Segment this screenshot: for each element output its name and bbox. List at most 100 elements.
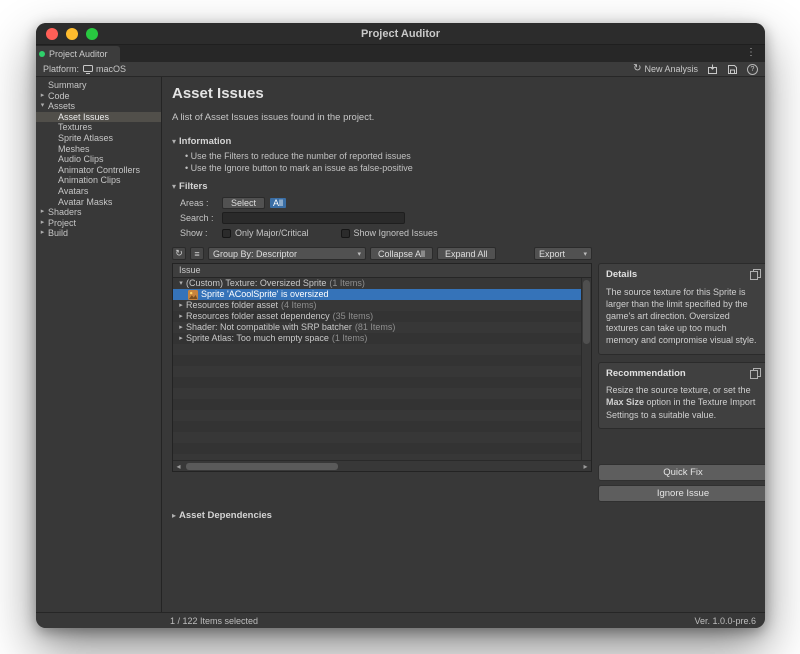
maximize-button[interactable] (86, 28, 98, 40)
expand-all-button[interactable]: Expand All (437, 247, 496, 260)
chevron-down-icon: ▾ (172, 137, 176, 146)
information-foldout[interactable]: ▾ Information (172, 136, 757, 147)
platform-dropdown[interactable]: macOS (83, 64, 126, 74)
collapse-all-button[interactable]: Collapse All (370, 247, 433, 260)
asset-dependencies-foldout[interactable]: ▸ Asset Dependencies (172, 510, 757, 521)
view-tree-sidebar: Summary ▸Code ▾Assets Asset Issues Textu… (36, 77, 162, 612)
sidebar-item-animator-controllers[interactable]: Animator Controllers (36, 165, 161, 176)
sidebar-item-sprite-atlases[interactable]: Sprite Atlases (36, 133, 161, 144)
traffic-lights (46, 28, 98, 40)
recommendation-body: Resize the source texture, or set the Ma… (606, 384, 760, 420)
new-analysis-button[interactable]: ↻ New Analysis (633, 64, 698, 74)
sidebar-item-meshes[interactable]: Meshes (36, 144, 161, 155)
monitor-icon (83, 65, 93, 74)
chevron-down-icon: ▾ (583, 250, 587, 258)
scroll-left-icon[interactable]: ◂ (173, 462, 184, 471)
version-label: Ver. 1.0.0-pre.6 (694, 616, 756, 626)
quick-fix-button[interactable]: Quick Fix (598, 464, 765, 481)
chevron-down-icon: ▾ (357, 250, 361, 258)
close-button[interactable] (46, 28, 58, 40)
tab-menu-icon[interactable]: ⋮ (746, 47, 756, 58)
vertical-scrollbar[interactable] (581, 278, 591, 460)
sidebar-item-build[interactable]: ▸Build (36, 228, 161, 239)
areas-value: All (270, 198, 286, 208)
sidebar-item-code[interactable]: ▸Code (36, 91, 161, 102)
information-bullets: Use the Filters to reduce the number of … (185, 151, 757, 173)
recommendation-title: Recommendation (606, 368, 760, 381)
details-box: Details The source texture for this Spri… (598, 263, 765, 355)
only-major-critical-checkbox[interactable] (222, 229, 231, 238)
platform-value: macOS (96, 64, 126, 74)
table-toolbar: ↻ ≡ Group By: Descriptor ▾ Collapse All … (172, 246, 592, 261)
chevron-right-icon[interactable]: ▸ (38, 218, 47, 229)
load-report-icon[interactable] (707, 64, 718, 75)
copy-icon[interactable] (750, 368, 761, 379)
horizontal-scrollbar-thumb[interactable] (186, 463, 338, 470)
areas-label: Areas : (180, 198, 222, 208)
sidebar-item-avatars[interactable]: Avatars (36, 186, 161, 197)
flat-view-icon[interactable]: ≡ (190, 247, 204, 260)
chevron-right-icon: ▸ (172, 511, 176, 520)
sidebar-item-animation-clips[interactable]: Animation Clips (36, 175, 161, 186)
issues-table: Issue ▾ (Custom) Texture: Oversized Spri… (172, 263, 592, 472)
save-report-icon[interactable] (727, 64, 738, 75)
page-subtitle: A list of Asset Issues issues found in t… (172, 112, 757, 123)
show-label: Show : (180, 228, 222, 238)
ignore-issue-button[interactable]: Ignore Issue (598, 485, 765, 502)
chevron-right-icon[interactable]: ▸ (176, 300, 186, 311)
refresh-icon[interactable]: ↻ (172, 247, 186, 260)
tab-bar: Project Auditor ⋮ (36, 45, 765, 62)
issue-group-row[interactable]: ▸ Sprite Atlas: Too much empty space (1 … (173, 333, 581, 344)
tab-project-auditor[interactable]: Project Auditor (36, 46, 120, 62)
scroll-right-icon[interactable]: ▸ (580, 462, 591, 471)
group-by-dropdown[interactable]: Group By: Descriptor ▾ (208, 247, 366, 260)
window-title: Project Auditor (361, 28, 440, 40)
chevron-right-icon[interactable]: ▸ (38, 228, 47, 239)
toolbar: Platform: macOS ↻ New Analysis ? (36, 62, 765, 77)
info-bullet: Use the Ignore button to mark an issue a… (185, 163, 757, 173)
show-ignored-issues-label: Show Ignored Issues (354, 228, 438, 238)
issues-table-body: ▾ (Custom) Texture: Oversized Sprite (1 … (173, 278, 581, 460)
help-icon[interactable]: ? (747, 64, 758, 75)
sidebar-item-shaders[interactable]: ▸Shaders (36, 207, 161, 218)
areas-select-button[interactable]: Select (222, 197, 265, 209)
sidebar-item-audio-clips[interactable]: Audio Clips (36, 154, 161, 165)
chevron-right-icon[interactable]: ▸ (176, 333, 186, 344)
chevron-down-icon: ▾ (172, 182, 176, 191)
chevron-down-icon[interactable]: ▾ (176, 278, 186, 289)
sidebar-item-project[interactable]: ▸Project (36, 218, 161, 229)
chevron-right-icon[interactable]: ▸ (38, 207, 47, 218)
page-title: Asset Issues (172, 85, 757, 102)
issue-group-row[interactable]: ▸ Resources folder asset dependency (35 … (173, 311, 581, 322)
status-bar: 1 / 122 Items selected Ver. 1.0.0-pre.6 (36, 612, 765, 628)
details-body: The source texture for this Sprite is la… (606, 286, 760, 347)
only-major-critical-label: Only Major/Critical (235, 228, 309, 238)
copy-icon[interactable] (750, 269, 761, 280)
vertical-scrollbar-thumb[interactable] (583, 280, 590, 344)
chevron-down-icon[interactable]: ▾ (38, 101, 47, 112)
sidebar-item-asset-issues[interactable]: Asset Issues (36, 112, 161, 123)
chevron-right-icon[interactable]: ▸ (176, 322, 186, 333)
export-dropdown[interactable]: Export ▾ (534, 247, 592, 260)
issue-column-header[interactable]: Issue (173, 264, 591, 278)
show-ignored-issues-checkbox[interactable] (341, 229, 350, 238)
project-auditor-window: Project Auditor Project Auditor ⋮ Platfo… (36, 23, 765, 628)
new-analysis-label: New Analysis (644, 64, 698, 74)
sidebar-item-summary[interactable]: Summary (36, 80, 161, 91)
sidebar-item-avatar-masks[interactable]: Avatar Masks (36, 197, 161, 208)
info-bullet: Use the Filters to reduce the number of … (185, 151, 757, 161)
minimize-button[interactable] (66, 28, 78, 40)
issue-group-row[interactable]: ▸ Shader: Not compatible with SRP batche… (173, 322, 581, 333)
issue-group-row[interactable]: ▾ (Custom) Texture: Oversized Sprite (1 … (173, 278, 581, 289)
filters-foldout[interactable]: ▾ Filters (172, 181, 757, 192)
search-label: Search : (180, 213, 222, 223)
horizontal-scrollbar[interactable]: ◂ ▸ (173, 460, 591, 471)
chevron-right-icon[interactable]: ▸ (38, 91, 47, 102)
sidebar-item-textures[interactable]: Textures (36, 122, 161, 133)
tab-status-icon (39, 51, 45, 57)
search-input[interactable] (222, 212, 405, 224)
issue-group-row[interactable]: ▸ Resources folder asset (4 Items) (173, 300, 581, 311)
chevron-right-icon[interactable]: ▸ (176, 311, 186, 322)
issue-row-selected[interactable]: Sprite 'ACoolSprite' is oversized (173, 289, 581, 300)
sidebar-item-assets[interactable]: ▾Assets (36, 101, 161, 112)
